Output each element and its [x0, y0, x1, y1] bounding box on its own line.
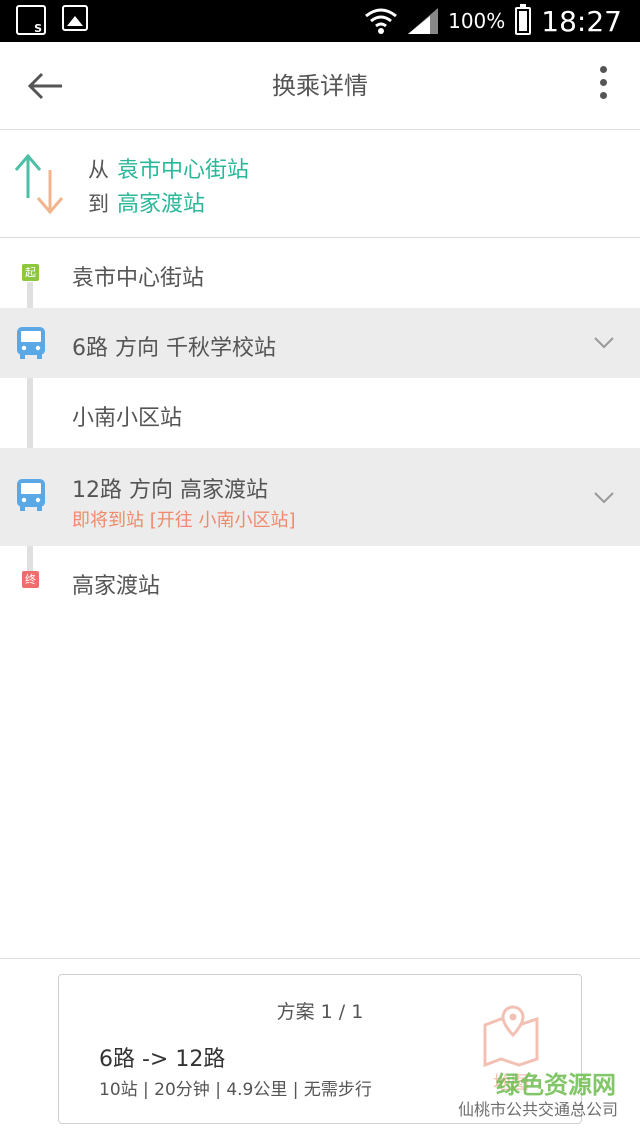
- wifi-icon: [364, 7, 398, 35]
- to-label: 到: [88, 192, 109, 216]
- transfer-steps: 袁市中心街站 6路 方向 千秋学校站 小南小区站 12路 方向 高家渡站 即将到…: [0, 238, 640, 616]
- step-transfer-stop: 小南小区站: [0, 378, 640, 448]
- map-pin-icon: [483, 1005, 539, 1068]
- from-station[interactable]: 袁市中心街站: [117, 158, 249, 183]
- watermark-text: 仙桃市公共交通总公司: [457, 1100, 618, 1119]
- plan-stats: 10站 | 20分钟 | 4.9公里 | 无需步行: [99, 1080, 372, 1100]
- step-start-label: 袁市中心街站: [72, 266, 205, 291]
- status-bar: 100% 18:27: [0, 0, 640, 42]
- step-stop-label: 小南小区站: [72, 406, 183, 431]
- from-label: 从: [88, 158, 109, 182]
- end-badge: 终: [22, 571, 39, 588]
- to-station[interactable]: 高家渡站: [117, 192, 205, 217]
- signal-icon: [408, 8, 439, 34]
- battery-icon: [515, 4, 532, 35]
- to-row: 到高家渡站: [88, 186, 205, 218]
- plan-route: 6路 -> 12路: [99, 1047, 226, 1072]
- watermark-brand: 绿色资源网: [496, 1071, 616, 1099]
- bus-icon: [17, 479, 45, 511]
- step-end: 高家渡站: [0, 546, 640, 616]
- bus-icon: [17, 327, 45, 359]
- bottom-divider: [0, 958, 640, 959]
- chevron-down-icon[interactable]: [594, 492, 614, 504]
- more-options-icon[interactable]: [596, 66, 610, 106]
- start-badge: 起: [22, 264, 39, 281]
- chevron-down-icon[interactable]: [594, 337, 614, 349]
- swap-direction-icon[interactable]: [12, 152, 68, 216]
- app-bar: 换乘详情: [0, 42, 640, 130]
- step-end-label: 高家渡站: [72, 574, 161, 599]
- step-bus-6[interactable]: 6路 方向 千秋学校站: [0, 308, 640, 378]
- route-summary: 从袁市中心街站 到高家渡站: [0, 130, 640, 238]
- step-bus-12[interactable]: 12路 方向 高家渡站 即将到站 [开往 小南小区站]: [0, 448, 640, 546]
- from-row: 从袁市中心街站: [88, 152, 249, 184]
- step-bus-label: 12路 方向 高家渡站: [72, 478, 268, 503]
- clock: 18:27: [541, 4, 622, 38]
- battery-percent: 100%: [448, 9, 506, 33]
- step-start: 袁市中心街站: [0, 238, 640, 308]
- step-bus-label: 6路 方向 千秋学校站: [72, 336, 276, 361]
- page-title: 换乘详情: [272, 72, 368, 100]
- image-notification-icon: [62, 5, 88, 31]
- screenshot-notification-icon: [16, 5, 46, 35]
- arrival-status: 即将到站 [开往 小南小区站]: [72, 510, 296, 531]
